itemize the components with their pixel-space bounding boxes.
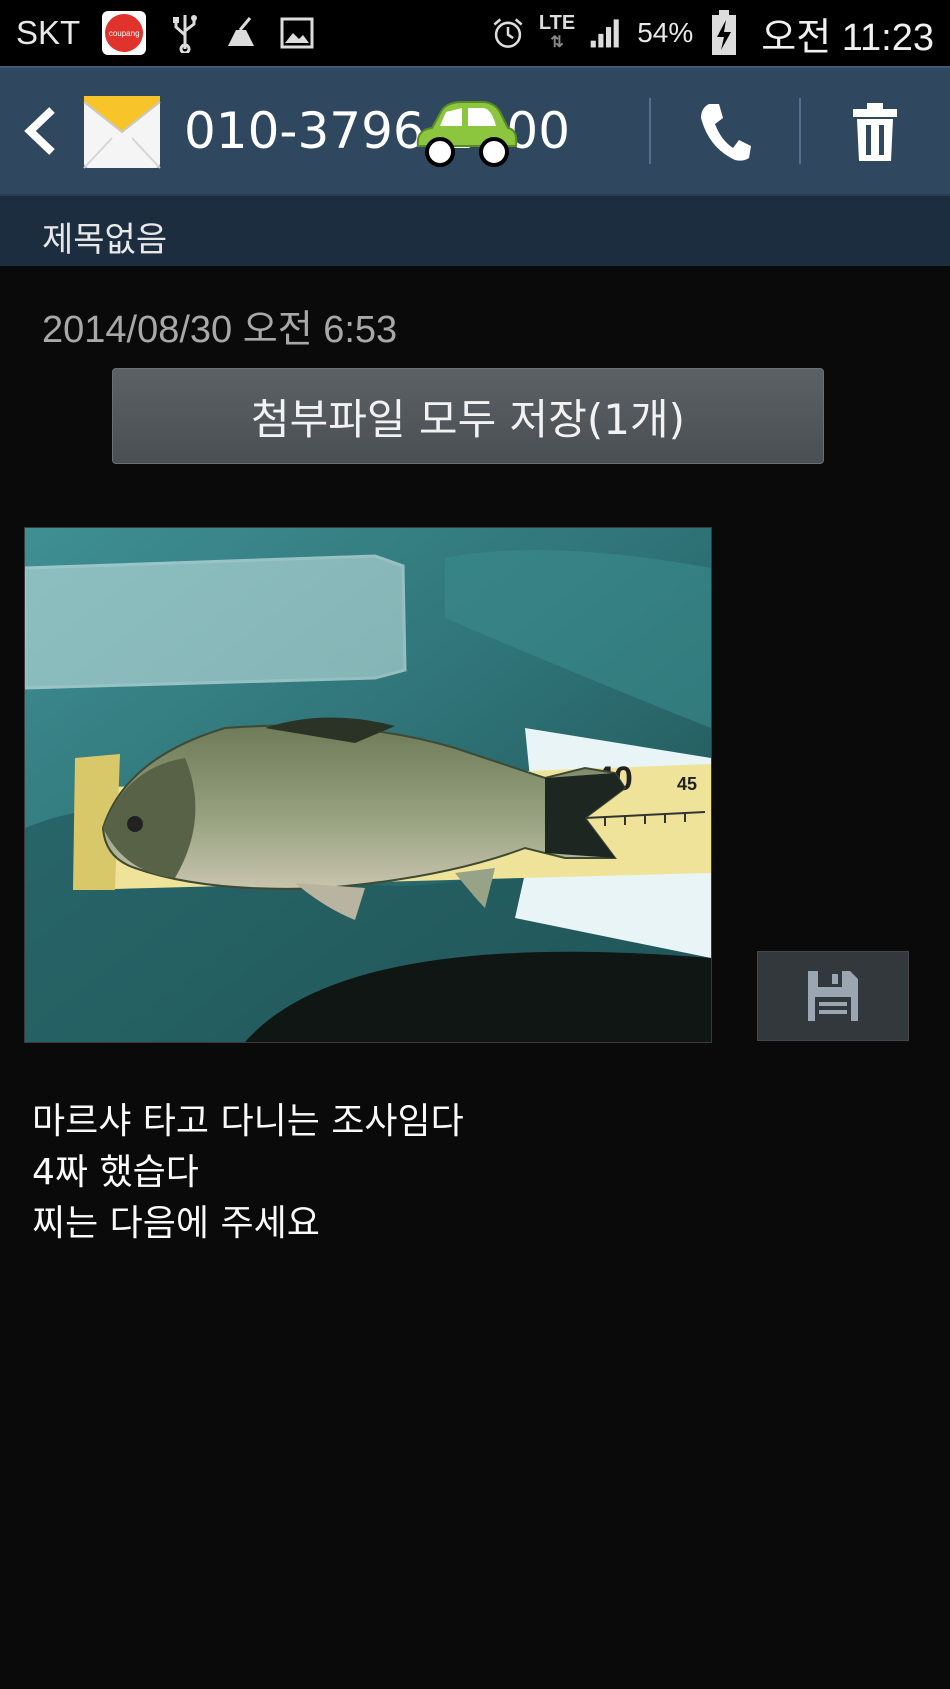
envelope-icon bbox=[82, 92, 162, 172]
image-icon bbox=[280, 13, 314, 53]
save-all-attachments-button[interactable]: 첨부파일 모두 저장(1개) bbox=[112, 368, 824, 464]
message-body: 마르샤 타고 다니는 조사임다 4짜 했습다 찌는 다음에 주세요 bbox=[32, 1096, 464, 1249]
trash-icon bbox=[853, 103, 897, 161]
carrier-label: SKT bbox=[16, 14, 81, 51]
attached-photo[interactable]: 30 40 45 bbox=[24, 527, 712, 1043]
call-button[interactable] bbox=[660, 92, 790, 172]
message-line: 마르샤 타고 다니는 조사임다 bbox=[32, 1101, 464, 1142]
usb-icon bbox=[168, 13, 202, 53]
coupang-app-icon: coupang bbox=[102, 11, 147, 55]
conversation-action-bar: 010-3796-2000 bbox=[0, 66, 950, 194]
car-icon bbox=[410, 98, 520, 170]
lte-indicator: LTE ⇅ bbox=[538, 12, 576, 51]
signal-icon bbox=[589, 13, 623, 53]
clock: 오전 11:23 bbox=[761, 16, 934, 59]
battery-percent: 54% bbox=[637, 17, 694, 48]
message-line: 4짜 했습다 bbox=[32, 1152, 199, 1193]
save-attachment-button[interactable] bbox=[757, 951, 909, 1041]
message-subject: 제목없음 bbox=[42, 220, 168, 260]
divider bbox=[649, 98, 651, 164]
cleaner-icon bbox=[224, 13, 258, 53]
floppy-disk-icon bbox=[808, 971, 858, 1021]
chevron-left-icon bbox=[24, 107, 55, 155]
delete-button[interactable] bbox=[810, 92, 940, 172]
battery-charging-icon bbox=[707, 10, 741, 55]
message-timestamp: 2014/08/30 오전 6:53 bbox=[42, 309, 398, 351]
status-bar: SKT coupang LTE ⇅ 54% 오전 11:23 bbox=[0, 0, 950, 66]
back-button[interactable] bbox=[20, 96, 60, 166]
phone-icon bbox=[701, 104, 751, 161]
divider bbox=[799, 98, 801, 164]
ruler-label-45: 45 bbox=[677, 774, 697, 794]
alarm-icon bbox=[491, 13, 525, 53]
message-line: 찌는 다음에 주세요 bbox=[32, 1203, 320, 1244]
subject-bar: 제목없음 bbox=[0, 194, 950, 266]
